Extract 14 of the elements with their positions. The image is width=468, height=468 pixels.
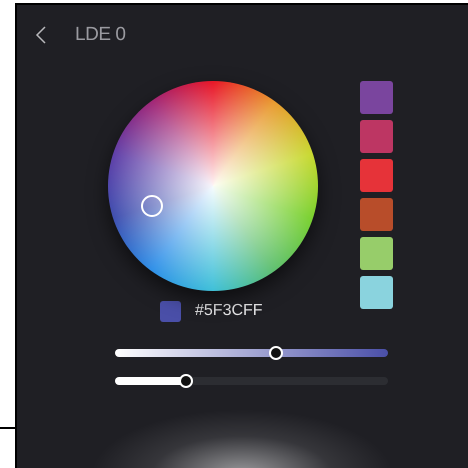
color-preset[interactable] [360,81,393,114]
slider-thumb[interactable] [178,374,193,388]
color-preset[interactable] [360,159,393,192]
color-preset[interactable] [360,198,393,231]
slider-track[interactable] [115,349,388,357]
color-picker-handle[interactable] [141,195,163,217]
color-preset[interactable] [360,237,393,270]
slider-track[interactable] [115,377,388,385]
hex-value: #5F3CFF [195,301,263,321]
page-title: LDE 0 [75,22,126,47]
color-preset[interactable] [360,276,393,309]
color-preset[interactable] [360,120,393,153]
back-icon[interactable] [35,26,47,44]
slider-thumb[interactable] [269,346,284,360]
